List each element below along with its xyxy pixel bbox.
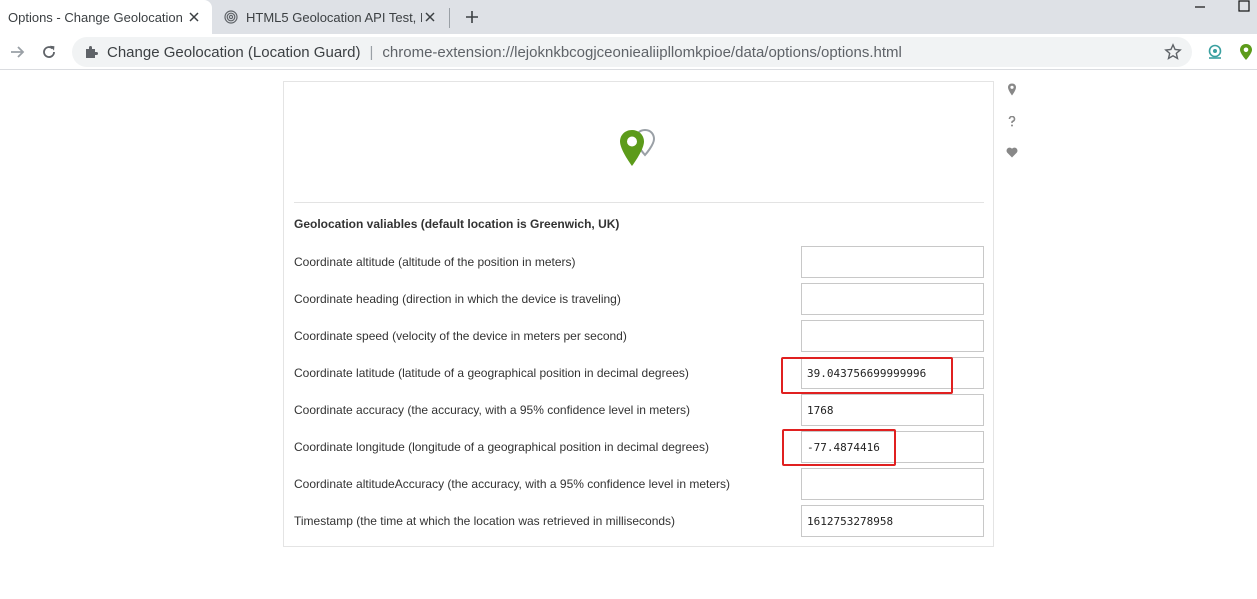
longitude-highlight-box [782, 429, 896, 466]
field-label: Coordinate longitude (longitude of a geo… [294, 440, 709, 454]
field-label: Coordinate altitudeAccuracy (the accurac… [294, 477, 730, 491]
plus-icon [466, 11, 478, 23]
location-guard-logo-icon [620, 128, 656, 166]
location-pin-icon[interactable] [1005, 82, 1019, 96]
field-row-speed: Coordinate speed (velocity of the device… [294, 320, 984, 352]
close-icon[interactable] [186, 9, 202, 25]
browser-toolbar: Change Geolocation (Location Guard) | ch… [0, 34, 1257, 70]
field-label: Coordinate speed (velocity of the device… [294, 329, 627, 343]
star-icon[interactable] [1164, 43, 1182, 61]
field-row-accuracy: Coordinate accuracy (the accuracy, with … [294, 394, 984, 426]
field-label: Coordinate accuracy (the accuracy, with … [294, 403, 690, 417]
arrow-right-icon [11, 46, 25, 58]
section-heading: Geolocation valiables (default location … [294, 217, 620, 231]
altitude-accuracy-input[interactable] [801, 468, 984, 500]
tab-separator [449, 8, 450, 28]
altitude-input[interactable] [801, 246, 984, 278]
divider [294, 202, 984, 203]
heading-input[interactable] [801, 283, 984, 315]
question-icon[interactable] [1005, 114, 1019, 128]
reload-button[interactable] [38, 41, 60, 63]
field-row-altitude: Coordinate altitude (altitude of the pos… [294, 246, 984, 278]
location-guard-extension-icon[interactable] [1237, 43, 1255, 61]
field-label: Coordinate latitude (latitude of a geogr… [294, 366, 689, 380]
close-icon[interactable] [422, 9, 438, 25]
speed-input[interactable] [801, 320, 984, 352]
new-tab-button[interactable] [460, 6, 484, 28]
extension-globe-icon[interactable] [1206, 43, 1224, 61]
fingerprint-icon [224, 10, 238, 24]
heart-icon[interactable] [1005, 145, 1019, 159]
tab-options[interactable]: Options - Change Geolocation [0, 0, 212, 34]
tab-strip: Options - Change Geolocation HTML5 Geolo… [0, 0, 1257, 34]
tab-title: Options - Change Geolocation [8, 9, 183, 25]
options-panel: Geolocation valiables (default location … [283, 81, 994, 547]
url-text: chrome-extension://lejoknkbcogjceonieali… [382, 43, 902, 61]
omnibox-divider: | [369, 43, 374, 61]
field-label: Timestamp (the time at which the locatio… [294, 514, 676, 528]
latitude-highlight-box [781, 357, 953, 394]
maximize-button[interactable] [1235, 0, 1253, 14]
field-row-timestamp: Timestamp (the time at which the locatio… [294, 505, 984, 537]
field-row-heading: Coordinate heading (direction in which t… [294, 283, 984, 315]
field-label: Coordinate altitude (altitude of the pos… [294, 255, 576, 269]
timestamp-input[interactable] [801, 505, 984, 537]
address-bar[interactable]: Change Geolocation (Location Guard) | ch… [72, 37, 1192, 67]
accuracy-input[interactable] [801, 394, 984, 426]
minimize-button[interactable] [1190, 0, 1210, 14]
field-label: Coordinate heading (direction in which t… [294, 292, 621, 306]
puzzle-icon [86, 46, 98, 58]
reload-icon [43, 45, 55, 58]
tab-title: HTML5 Geolocation API Test, I [246, 9, 422, 25]
tab-geolocation-test[interactable]: HTML5 Geolocation API Test, I [216, 0, 448, 34]
field-row-altitude-accuracy: Coordinate altitudeAccuracy (the accurac… [294, 468, 984, 500]
site-name: Change Geolocation (Location Guard) [107, 43, 361, 61]
back-button[interactable] [6, 41, 28, 63]
